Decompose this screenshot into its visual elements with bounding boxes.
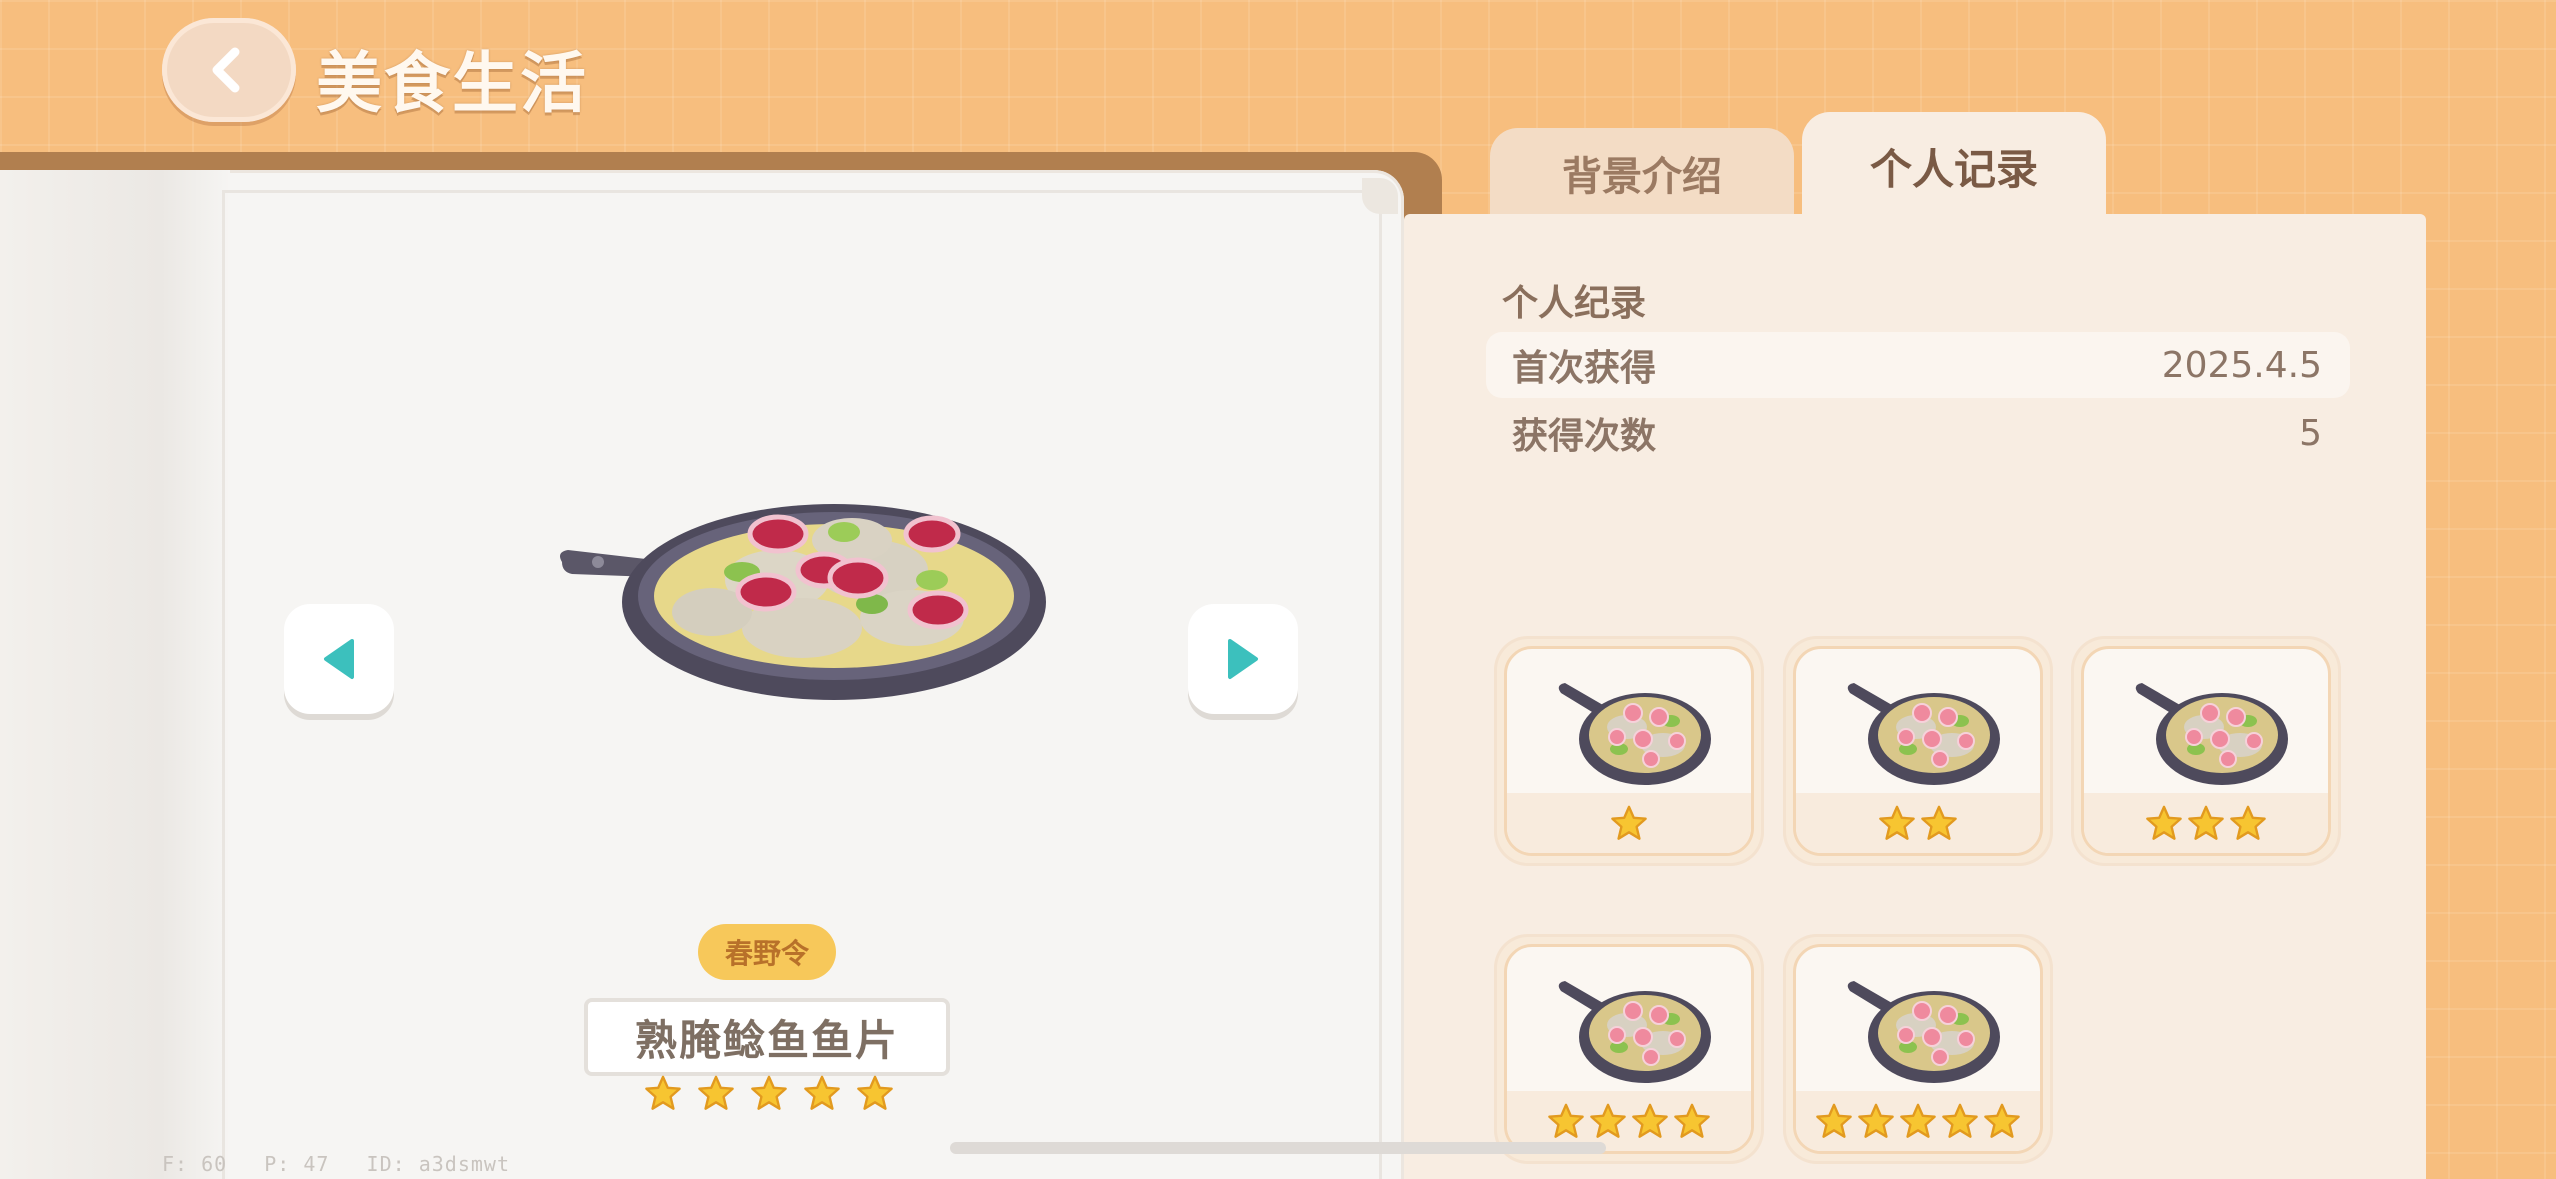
back-button[interactable]: [162, 18, 296, 122]
record-row-obtain-count: 获得次数 5: [1486, 400, 2350, 466]
page-corner: [1362, 178, 1398, 214]
record-label: 首次获得: [1512, 348, 1657, 389]
variant-card-4-star[interactable]: [1494, 934, 1764, 1164]
variant-card-5-star[interactable]: [1783, 934, 2053, 1164]
star-icon: [1816, 1103, 1852, 1138]
variant-card-inner: [1504, 944, 1754, 1154]
star-icon: [1548, 1103, 1584, 1138]
variant-star-row: [1507, 793, 1751, 853]
dish-name: 熟腌鲶鱼鱼片: [584, 998, 950, 1076]
dish-thumbnail: [1847, 981, 2000, 1083]
variant-card-3-star[interactable]: [2071, 636, 2341, 866]
variant-star-row: [1796, 1091, 2040, 1151]
debug-ping: P: 47: [264, 1152, 330, 1176]
variant-star-row: [1796, 793, 2040, 853]
variant-card-1-star[interactable]: [1494, 636, 1764, 866]
variant-card-inner: [1793, 944, 2043, 1154]
dish-thumbnail: [2135, 683, 2288, 785]
record-row-first-obtained: 首次获得 2025.4.5: [1486, 332, 2350, 398]
dish-thumbnail: [1558, 683, 1711, 785]
variant-star-row: [2084, 793, 2328, 853]
star-icon: [1674, 1103, 1710, 1138]
debug-id: ID: a3dsmwt: [366, 1152, 510, 1176]
star-icon: [1590, 1103, 1626, 1138]
star-icon: [857, 1075, 893, 1110]
triangle-right-icon: [1228, 639, 1258, 679]
star-icon: [1984, 1103, 2020, 1138]
record-value: 2025.4.5: [2161, 344, 2322, 386]
page-title: 美食生活: [316, 45, 588, 122]
star-icon: [2188, 805, 2224, 840]
book-spine: [0, 170, 230, 1179]
triangle-left-icon: [324, 639, 354, 679]
home-indicator[interactable]: [950, 1142, 1606, 1154]
variant-card-inner: [1504, 646, 1754, 856]
star-icon: [751, 1075, 787, 1110]
star-icon: [1921, 805, 1957, 840]
dish-star-rating: [644, 1074, 894, 1116]
star-icon: [698, 1075, 734, 1110]
season-badge: 春野令: [698, 924, 836, 980]
record-heading: 个人纪录: [1502, 283, 1647, 324]
dish-image: [560, 504, 1046, 700]
next-dish-button[interactable]: [1188, 604, 1298, 714]
star-icon: [2230, 805, 2266, 840]
star-icon: [1942, 1103, 1978, 1138]
variant-card-inner: [2081, 646, 2331, 856]
dish-thumbnail: [1558, 981, 1711, 1083]
record-label: 获得次数: [1512, 416, 1657, 457]
tab-personal-record[interactable]: 个人记录: [1802, 112, 2106, 220]
prev-dish-button[interactable]: [284, 604, 394, 714]
variant-card-2-star[interactable]: [1783, 636, 2053, 866]
variant-card-inner: [1793, 646, 2043, 856]
star-icon: [804, 1075, 840, 1110]
star-icon: [1632, 1103, 1668, 1138]
star-icon: [645, 1075, 681, 1110]
tab-background-intro[interactable]: 背景介绍: [1490, 128, 1794, 218]
debug-info: F: 60 P: 47 ID: a3dsmwt: [162, 1152, 534, 1176]
star-icon: [1900, 1103, 1936, 1138]
dish-thumbnail: [1847, 683, 2000, 785]
star-icon: [1858, 1103, 1894, 1138]
debug-fps: F: 60: [162, 1152, 228, 1176]
star-icon: [2146, 805, 2182, 840]
star-icon: [1611, 805, 1647, 840]
star-icon: [1879, 805, 1915, 840]
chevron-left-icon: [212, 47, 240, 93]
record-value: 5: [2299, 412, 2322, 454]
